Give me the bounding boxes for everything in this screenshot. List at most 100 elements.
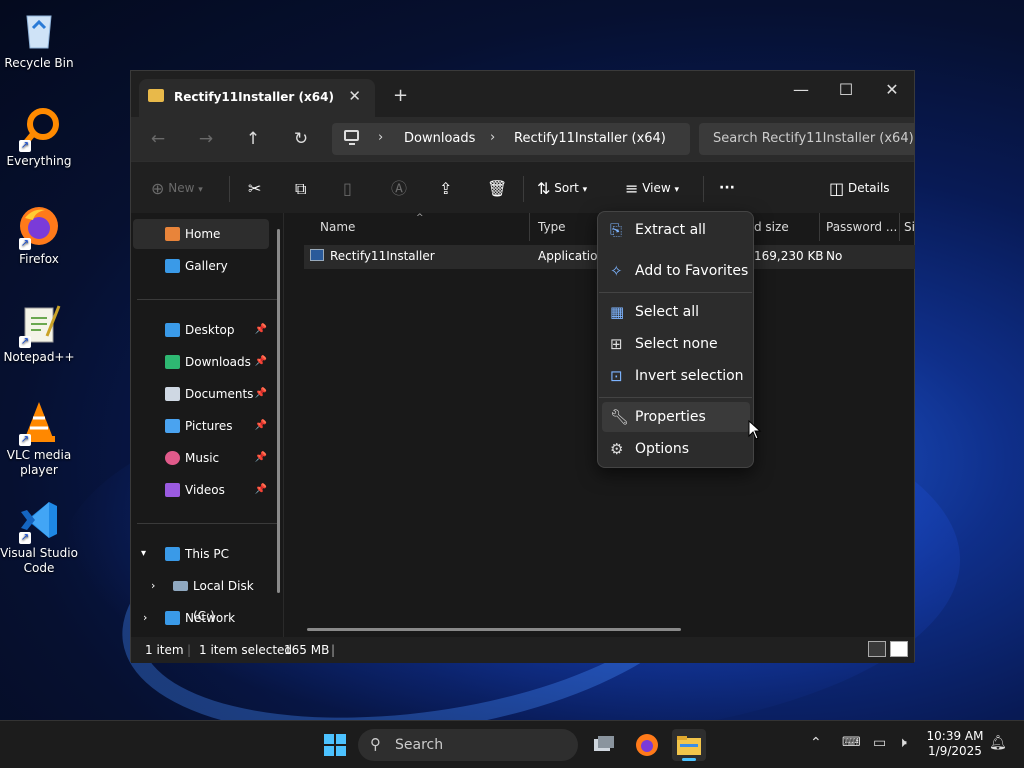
- desktop-icon-recycle-bin[interactable]: Recycle Bin: [0, 8, 78, 71]
- copy-button[interactable]: ⧉: [295, 176, 306, 200]
- chevron-right-icon[interactable]: ›: [151, 571, 155, 601]
- address-bar[interactable]: › Downloads › Rectify11Installer (x64): [332, 123, 690, 155]
- breadcrumb-downloads[interactable]: Downloads: [404, 131, 475, 146]
- tab-rectify11installer[interactable]: Rectify11Installer (x64) ✕: [139, 79, 375, 117]
- desktop-icon-vlc[interactable]: ↗ VLC media player: [0, 400, 78, 478]
- sidebar-scrollbar[interactable]: [277, 229, 280, 593]
- clock[interactable]: 10:39 AM 1/9/2025: [922, 729, 988, 759]
- keyboard-icon[interactable]: ⌨: [842, 735, 861, 750]
- column-type[interactable]: Type: [530, 213, 600, 241]
- desktop-icon-notepadpp[interactable]: ↗ Notepad++: [0, 302, 78, 365]
- desktop-icon-everything[interactable]: ↗ Everything: [0, 106, 78, 169]
- close-tab-icon[interactable]: ✕: [348, 87, 361, 105]
- notifications-bell-icon[interactable]: 🔔︎: [989, 735, 1007, 751]
- sort-ascending-icon: ^: [416, 213, 424, 223]
- column-size[interactable]: Si: [900, 213, 915, 241]
- pin-icon[interactable]: 📌: [255, 315, 267, 345]
- details-button[interactable]: ◫ Details: [829, 176, 890, 200]
- sidebar-item-downloads[interactable]: Downloads 📌: [133, 347, 269, 377]
- delete-button[interactable]: 🗑: [487, 176, 507, 200]
- more-options-button[interactable]: ···: [719, 176, 735, 200]
- sidebar-item-documents[interactable]: Documents 📌: [133, 379, 269, 409]
- new-button[interactable]: ⊕ New ▾: [151, 176, 203, 200]
- pin-icon[interactable]: 📌: [255, 411, 267, 441]
- details-view-button[interactable]: [868, 641, 886, 657]
- chevron-right-icon[interactable]: ›: [490, 130, 495, 145]
- menu-item-invert-selection[interactable]: ⊡ Invert selection: [602, 361, 750, 391]
- gear-icon: ⚙: [610, 440, 624, 458]
- desktop-icon-label: Visual Studio Code: [0, 546, 78, 575]
- gallery-icon: [165, 259, 180, 273]
- command-bar: ⊕ New ▾ ✂ ⧉ ▯ Ⓐ ⇪ 🗑 ⇅ Sort ▾ ≡ View ▾ ··…: [131, 161, 914, 213]
- cell-size: 169,230 KB: [754, 249, 824, 263]
- windows-logo-icon: [324, 734, 346, 756]
- invert-selection-icon: ⊡: [610, 367, 623, 385]
- maximize-button[interactable]: ☐: [823, 75, 869, 105]
- view-button[interactable]: ≡ View ▾: [625, 176, 679, 200]
- menu-item-extract-all[interactable]: ⎘ Extract all: [602, 215, 750, 245]
- refresh-button[interactable]: ↻: [288, 127, 314, 151]
- task-view-button[interactable]: [587, 729, 621, 761]
- sidebar-item-this-pc[interactable]: ▾ This PC: [133, 539, 269, 569]
- up-button[interactable]: ↑: [240, 127, 266, 151]
- pin-icon[interactable]: 📌: [255, 443, 267, 473]
- chevron-right-icon[interactable]: ›: [378, 130, 383, 145]
- start-button[interactable]: [318, 729, 352, 761]
- menu-item-properties[interactable]: 🔧︎ Properties: [602, 402, 750, 432]
- rename-button[interactable]: Ⓐ: [391, 176, 407, 200]
- search-input[interactable]: Search Rectify11Installer (x64): [699, 123, 915, 155]
- column-compressed-size[interactable]: d size: [750, 213, 820, 241]
- column-name[interactable]: Name ^: [304, 213, 530, 241]
- sort-button[interactable]: ⇅ Sort ▾: [537, 176, 587, 200]
- firefox-icon: ↗: [17, 204, 61, 250]
- copy-icon: ⧉: [295, 178, 307, 198]
- tiles-view-button[interactable]: [890, 641, 908, 657]
- volume-muted-icon[interactable]: 🕨: [898, 735, 907, 751]
- new-tab-button[interactable]: +: [393, 85, 408, 106]
- taskbar-search-box[interactable]: ⚲ Search: [358, 729, 578, 761]
- downloads-icon: [165, 355, 180, 369]
- forward-button[interactable]: →: [193, 127, 219, 151]
- sidebar-item-videos[interactable]: Videos 📌: [133, 475, 269, 505]
- menu-item-select-all[interactable]: ▦ Select all: [602, 297, 750, 327]
- extract-icon: ⎘: [610, 221, 623, 239]
- sidebar-item-desktop[interactable]: Desktop 📌: [133, 315, 269, 345]
- sidebar-item-pictures[interactable]: Pictures 📌: [133, 411, 269, 441]
- status-size: 165 MB: [284, 643, 330, 657]
- sidebar-item-local-disk[interactable]: › Local Disk (C:): [133, 571, 269, 623]
- desktop-icon-label: VLC media player: [6, 448, 72, 477]
- sidebar-item-network[interactable]: › Network: [133, 603, 269, 633]
- rename-icon: Ⓐ: [391, 178, 408, 198]
- pin-icon[interactable]: 📌: [255, 475, 267, 505]
- pin-icon[interactable]: 📌: [255, 379, 267, 409]
- minimize-button[interactable]: —: [778, 75, 824, 105]
- sidebar-item-gallery[interactable]: Gallery: [133, 251, 269, 281]
- menu-item-add-to-favorites[interactable]: ✧ Add to Favorites: [602, 256, 750, 286]
- network-status-icon[interactable]: ▭: [873, 735, 886, 751]
- taskbar-firefox-button[interactable]: [630, 729, 664, 761]
- cut-button[interactable]: ✂: [248, 176, 261, 200]
- sidebar-item-music[interactable]: Music 📌: [133, 443, 269, 473]
- show-hidden-icons-button[interactable]: ⌃: [810, 735, 822, 751]
- desktop-icon-vscode[interactable]: ↗ Visual Studio Code: [0, 498, 78, 576]
- back-button[interactable]: ←: [145, 127, 171, 151]
- menu-item-select-none[interactable]: ⊞ Select none: [602, 329, 750, 359]
- sidebar-item-home[interactable]: Home: [133, 219, 269, 249]
- chevron-right-icon[interactable]: ›: [143, 603, 147, 633]
- pin-icon[interactable]: 📌: [255, 347, 267, 377]
- clock-date: 1/9/2025: [928, 744, 982, 758]
- taskbar-file-explorer-button[interactable]: [672, 729, 706, 761]
- details-pane-icon: ◫: [829, 178, 845, 198]
- horizontal-scrollbar[interactable]: [307, 628, 681, 631]
- chevron-down-icon[interactable]: ▾: [141, 539, 146, 569]
- breadcrumb-current[interactable]: Rectify11Installer (x64): [514, 131, 666, 146]
- share-button[interactable]: ⇪: [439, 176, 452, 200]
- menu-item-options[interactable]: ⚙ Options: [602, 434, 750, 464]
- vscode-icon: ↗: [17, 498, 61, 544]
- desktop-icon-firefox[interactable]: ↗ Firefox: [0, 204, 78, 267]
- paste-button[interactable]: ▯: [343, 176, 352, 200]
- drive-icon: [173, 581, 188, 591]
- pin-icon: ✧: [610, 262, 623, 280]
- close-window-button[interactable]: ✕: [869, 75, 915, 105]
- column-password[interactable]: Password ...: [820, 213, 900, 241]
